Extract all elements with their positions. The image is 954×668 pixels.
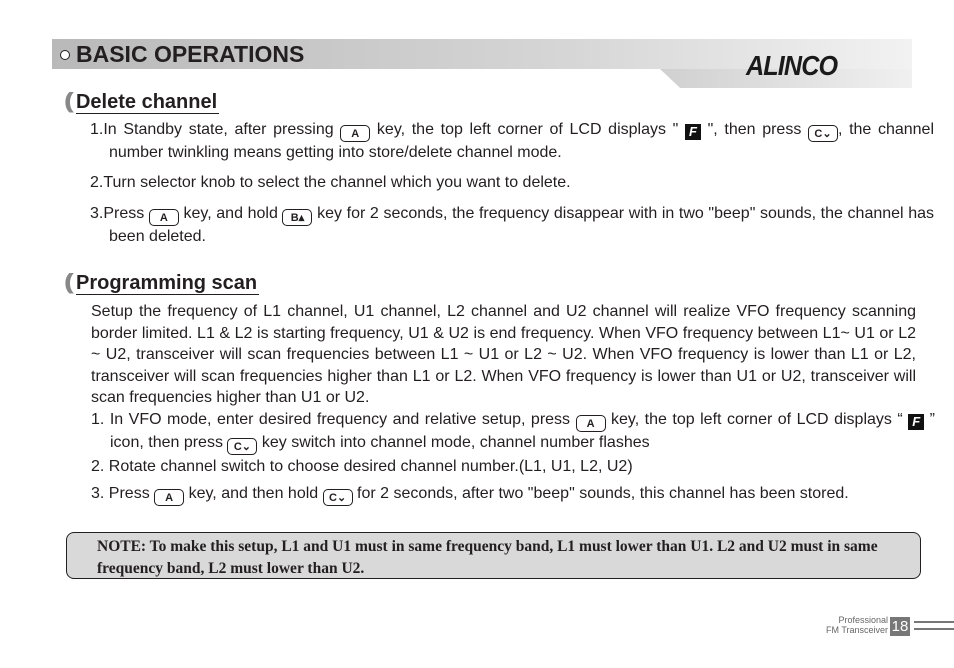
a-key-icon: A: [340, 125, 371, 142]
c-key-icon: C⌄: [807, 125, 838, 142]
c-key-icon: C⌄: [322, 489, 353, 506]
a-key-icon: A: [148, 209, 179, 226]
section-delete-channel: (((Delete channel: [64, 88, 220, 114]
alinco-logo: ALINCO: [746, 50, 838, 81]
page-title: BASIC OPERATIONS: [60, 41, 304, 68]
scan-step-3: 3. Press A key, and then hold C⌄ for 2 s…: [91, 485, 849, 506]
f-icon: F: [684, 124, 701, 140]
page-number: 18: [890, 617, 910, 636]
a-key-icon: A: [575, 415, 606, 432]
scan-intro: Setup the frequency of L1 channel, U1 ch…: [91, 303, 916, 406]
footer-rule: [914, 628, 954, 630]
footer-rule: [914, 621, 954, 623]
delete-step-2: 2.Turn selector knob to select the chann…: [90, 174, 571, 191]
b-key-icon: B▴: [282, 209, 313, 226]
scan-step-1: 1. In VFO mode, enter desired frequency …: [91, 411, 935, 455]
f-icon: F: [908, 414, 925, 430]
a-key-icon: A: [154, 489, 185, 506]
scan-step-2: 2. Rotate channel switch to choose desir…: [91, 458, 633, 475]
c-key-icon: C⌄: [227, 438, 258, 455]
delete-step-1: 1.In Standby state, after pressing A key…: [90, 121, 935, 161]
delete-step-3: 3.Press A key, and hold B▴ key for 2 sec…: [90, 205, 935, 245]
section-programming-scan: (((Programming scan: [64, 269, 260, 295]
signal-wave-icon: (((: [64, 88, 74, 113]
signal-wave-icon: (((: [64, 269, 74, 294]
bullet-icon: [60, 49, 70, 60]
note-box: NOTE: To make this setup, L1 and U1 must…: [66, 532, 921, 579]
footer-label: Professional FM Transceiver: [825, 615, 888, 635]
